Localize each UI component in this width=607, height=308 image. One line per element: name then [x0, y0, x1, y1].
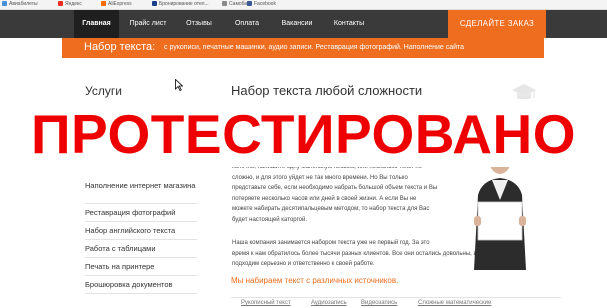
source-tabs: Рукописный текст Аудиозапись Видеозапись…: [231, 297, 561, 308]
paragraph-line: будет настоящей каторгой.: [232, 216, 308, 223]
sidebar-item-content-filling[interactable]: Наполнение интернет магазина: [85, 181, 205, 191]
bookmark-label: AliExpress: [108, 1, 132, 7]
tab-handwritten[interactable]: Рукописный текст: [241, 300, 291, 306]
page-title: Набор текста любой сложности: [231, 83, 423, 98]
bookmark-item[interactable]: Бронирование отел...: [152, 1, 209, 7]
nav-price-list[interactable]: Прайс лист: [121, 10, 175, 38]
order-button[interactable]: СДЕЛАЙТЕ ЗАКАЗ: [448, 10, 546, 38]
sidebar-item-printing[interactable]: Печать на принтере: [85, 262, 205, 272]
bookmark-label: Яндекс: [65, 1, 82, 7]
nav-vacancies[interactable]: Вакансии: [273, 10, 321, 38]
tab-math[interactable]: Сложные математические: [418, 300, 491, 306]
sidebar-divider: [85, 239, 197, 240]
bookmark-item[interactable]: Facebook: [247, 1, 276, 7]
bookmark-icon: [222, 1, 227, 6]
facebook-icon: [247, 1, 252, 6]
tagline-band: Набор текста: с рукописи, печатные машин…: [62, 38, 544, 58]
tab-audio[interactable]: Аудиозапись: [311, 300, 347, 306]
bookmark-label: Facebook: [254, 1, 276, 7]
bookmark-item[interactable]: AliExpress: [101, 1, 132, 7]
nav-payment[interactable]: Оплата: [223, 10, 271, 38]
nav-reviews[interactable]: Отзывы: [177, 10, 221, 38]
plane-icon: [2, 1, 7, 6]
bookmark-item[interactable]: Самоба: [222, 1, 247, 7]
watermark-stamp: ПРОТЕСТИРОВАНО: [31, 103, 576, 165]
sidebar-divider: [85, 221, 197, 222]
yandex-icon: [58, 1, 63, 6]
sidebar-divider: [85, 203, 197, 204]
booking-icon: [152, 1, 157, 6]
sources-subtitle: Мы набираем текст с различных источников…: [231, 276, 399, 285]
nav-contacts[interactable]: Контакты: [323, 10, 375, 38]
tab-video[interactable]: Видеозапись: [361, 300, 397, 306]
paragraph-line: можете набирать десятипальцевым методом,…: [232, 206, 430, 212]
sidebar-divider: [85, 275, 197, 276]
paragraph-line: представьте себе, если необходимо набрат…: [232, 185, 438, 191]
bookmark-item[interactable]: Яндекс: [58, 1, 82, 7]
mouse-cursor-icon: [175, 79, 183, 91]
tagline-text: с рукописи, печатные машинки, аудио запи…: [164, 44, 465, 51]
bookmark-label: Самоба: [229, 1, 248, 7]
bookmark-item[interactable]: Авиабилеты: [2, 1, 38, 7]
bookmark-label: Авиабилеты: [9, 1, 38, 7]
sidebar-item-photo-restoration[interactable]: Реставрация фотографий: [85, 208, 205, 218]
nav-home[interactable]: Главная: [74, 10, 119, 38]
bookmarks-bar: Авиабилеты Яндекс AliExpress Бронировани…: [0, 0, 607, 10]
sidebar-item-english-typing[interactable]: Набор английского текста: [85, 226, 205, 236]
intro-paragraph: конечно, напишите одну маленькую письмо,…: [232, 162, 472, 225]
tagline-title: Набор текста:: [84, 41, 156, 53]
paragraph-line: потеряете несколько часов или дней в сво…: [232, 195, 417, 202]
aliexpress-icon: [101, 1, 106, 6]
bookmark-label: Бронирование отел...: [159, 1, 209, 7]
sidebar-item-binding[interactable]: Брошюровка документов: [85, 280, 205, 290]
paragraph-line: сложно, и для этого уйдет не так много в…: [232, 174, 408, 181]
sidebar-divider: [85, 257, 197, 258]
sidebar-title: Услуги: [85, 84, 122, 98]
sidebar-item-tables[interactable]: Работа с таблицами: [85, 244, 205, 254]
sidebar-divider: [85, 293, 197, 294]
